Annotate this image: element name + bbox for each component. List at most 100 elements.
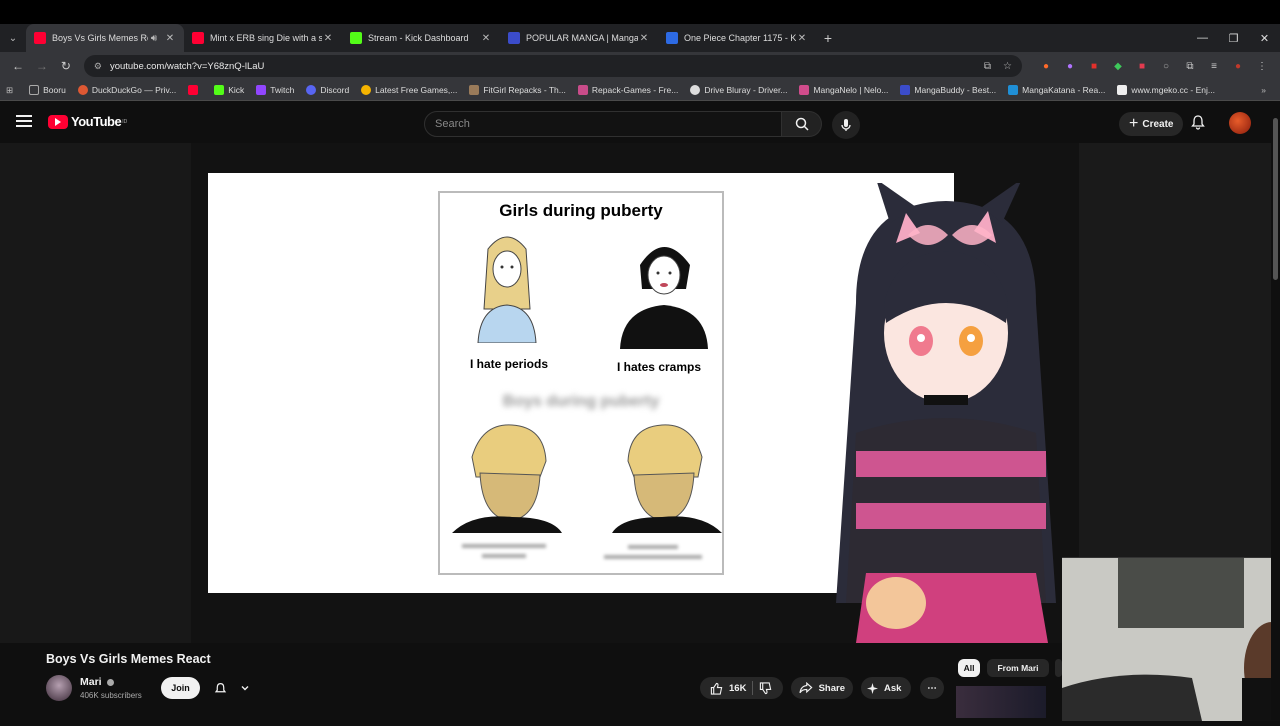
mgeko-icon <box>1117 85 1128 95</box>
share-icon <box>799 682 813 694</box>
tab-kick-dashboard[interactable]: Stream - Kick Dashboard ✕ <box>342 24 500 52</box>
bookmark-youtube[interactable] <box>188 85 202 95</box>
extensions-bar: ● ● ■ ◆ ■ ○ ⧉ ≡ ● ⋮ <box>1034 58 1274 74</box>
bookmark-duckduckgo[interactable]: DuckDuckGo — Priv... <box>77 85 176 95</box>
youtube-logo[interactable]: YouTube ID <box>48 114 127 129</box>
bookmarks-bar: ⊞ Booru DuckDuckGo — Priv... Kick Twitch… <box>0 80 1280 101</box>
repack-games-icon <box>577 85 588 95</box>
extension-purple-icon[interactable]: ● <box>1058 58 1082 74</box>
voice-search-button[interactable] <box>832 111 860 139</box>
like-dislike-group: 16K <box>700 677 783 699</box>
site-info-icon[interactable]: ⚙ <box>94 61 102 72</box>
tab-title: POPULAR MANGA | MangaBud <box>526 33 638 43</box>
create-button[interactable]: + Create <box>1119 112 1184 136</box>
share-button[interactable]: Share <box>791 677 853 699</box>
bookmark-repack-games[interactable]: Repack-Games - Fre... <box>577 85 678 95</box>
extension-orange-icon[interactable]: ● <box>1034 58 1058 74</box>
window-top <box>0 0 1280 24</box>
chip-all[interactable]: All <box>958 659 980 677</box>
tab-youtube-mint[interactable]: Mint x ERB sing Die with a smi ✕ <box>184 24 342 52</box>
scrollbar-thumb[interactable] <box>1273 118 1278 280</box>
tab-mangabuddy[interactable]: POPULAR MANGA | MangaBud ✕ <box>500 24 658 52</box>
stream-frame: Girls during puberty I hate periods I ha… <box>191 143 1079 643</box>
more-horiz-icon: ⋯ <box>927 682 937 694</box>
tab-close-icon[interactable]: ✕ <box>322 33 334 44</box>
account-avatar[interactable] <box>1229 112 1251 134</box>
bookmark-fitgirl[interactable]: FitGirl Repacks - Th... <box>469 85 566 95</box>
bookmark-mangabuddy[interactable]: MangaBuddy - Best... <box>900 85 996 95</box>
drive-bluray-icon <box>690 85 701 95</box>
create-label: Create <box>1142 118 1174 130</box>
tab-close-icon[interactable]: ✕ <box>796 33 808 44</box>
search-button[interactable] <box>782 111 822 137</box>
bookmark-twitch[interactable]: Twitch <box>256 85 294 95</box>
bookmark-mangakatana[interactable]: MangaKatana - Rea... <box>1008 85 1105 95</box>
dislike-button[interactable] <box>753 677 778 699</box>
bookmark-mgeko[interactable]: www.mgeko.cc - Enj... <box>1117 85 1215 95</box>
profile-icon[interactable]: ● <box>1226 58 1250 74</box>
country-code: ID <box>122 118 128 125</box>
chevron-down-icon <box>241 686 249 691</box>
tab-title: Stream - Kick Dashboard <box>368 33 469 43</box>
tab-youtube-active[interactable]: Boys Vs Girls Memes React 🔊︎ ✕ <box>26 24 184 52</box>
notifications-button[interactable] <box>1190 114 1206 135</box>
blurred-caption-left <box>462 544 546 558</box>
recommended-thumbnail[interactable] <box>956 686 1046 718</box>
tab-one-piece[interactable]: One Piece Chapter 1175 - Kom ✕ <box>658 24 816 52</box>
url-text: youtube.com/watch?v=Y68znQ-lLaU <box>109 60 265 72</box>
mangakatana-icon <box>1008 85 1019 95</box>
guide-menu-icon[interactable] <box>16 115 32 130</box>
browser-menu-icon[interactable]: ⋮ <box>1250 58 1274 74</box>
extensions-puzzle-icon[interactable]: ⧉ <box>1178 58 1202 74</box>
new-tab-icon[interactable]: + <box>816 24 840 52</box>
mangabuddy-icon <box>900 85 911 95</box>
extension-green-icon[interactable]: ◆ <box>1106 58 1130 74</box>
join-button[interactable]: Join <box>161 677 200 699</box>
bookmark-kick[interactable]: Kick <box>214 85 244 95</box>
ask-label: Ask <box>884 682 902 694</box>
tab-close-icon[interactable]: ✕ <box>164 33 176 44</box>
channel-avatar[interactable] <box>46 675 72 701</box>
right-caption: I hates cramps <box>616 360 702 374</box>
tab-close-icon[interactable]: ✕ <box>480 33 492 44</box>
media-controls-icon[interactable]: ≡ <box>1202 58 1226 74</box>
apps-grid-icon[interactable]: ⊞ <box>6 85 13 96</box>
channel-name[interactable]: Mari <box>80 676 114 688</box>
tab-search-icon[interactable]: ⌄ <box>0 24 26 52</box>
subscriber-count: 406K subscribers <box>80 691 142 700</box>
forward-icon[interactable]: → <box>30 59 54 73</box>
speaker-icon[interactable]: 🔊︎ <box>148 33 160 44</box>
bookmarks-overflow-icon[interactable]: » <box>1261 85 1266 95</box>
youtube-play-icon <box>48 114 68 129</box>
bookmark-discord[interactable]: Discord <box>306 85 349 95</box>
minimize-icon[interactable]: — <box>1187 24 1218 52</box>
verified-icon <box>106 678 114 686</box>
extension-circle-icon[interactable]: ○ <box>1154 58 1178 74</box>
ask-button[interactable]: Ask <box>861 677 911 699</box>
subscription-bell-button[interactable] <box>208 677 256 699</box>
bookmark-booru[interactable]: Booru <box>29 85 66 95</box>
like-button[interactable]: 16K <box>704 677 752 699</box>
microphone-icon <box>841 119 851 131</box>
tab-title: Mint x ERB sing Die with a smi <box>210 33 322 43</box>
close-window-icon[interactable]: ✕ <box>1249 24 1280 52</box>
address-bar[interactable]: ⚙ youtube.com/watch?v=Y68znQ-lLaU ⧉ ☆ <box>83 55 1022 77</box>
reload-icon[interactable]: ↻ <box>54 59 78 73</box>
bookmark-manganelo[interactable]: MangaNelo | Nelo... <box>799 85 888 95</box>
extension-red-icon[interactable]: ■ <box>1082 58 1106 74</box>
bookmark-drive-bluray[interactable]: Drive Bluray - Driver... <box>690 85 787 95</box>
bell-icon <box>1191 115 1205 130</box>
bookmark-star-icon[interactable]: ☆ <box>1003 61 1012 72</box>
more-actions-button[interactable]: ⋯ <box>920 677 944 699</box>
back-icon[interactable]: ← <box>6 59 30 73</box>
install-icon[interactable]: ⧉ <box>984 61 991 72</box>
bookmark-free-games[interactable]: Latest Free Games,... <box>361 85 457 95</box>
search-input[interactable]: Search <box>424 111 782 137</box>
chip-from-channel[interactable]: From Mari <box>987 659 1049 677</box>
extension-pink-icon[interactable]: ■ <box>1130 58 1154 74</box>
chip-overflow[interactable] <box>1055 659 1062 677</box>
restore-icon[interactable]: ❐ <box>1218 24 1249 52</box>
discord-icon <box>306 85 317 95</box>
tab-close-icon[interactable]: ✕ <box>638 33 650 44</box>
blurred-heading: Boys during puberty <box>502 393 660 410</box>
